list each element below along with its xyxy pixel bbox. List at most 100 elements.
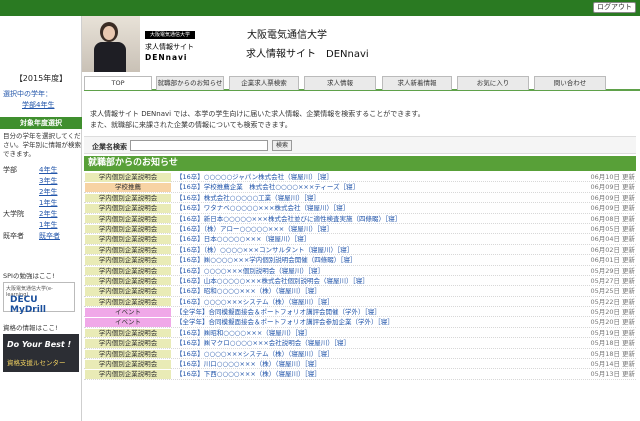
search-label: 企業名検索	[92, 143, 127, 151]
grade-row: 2年生	[3, 186, 79, 197]
notice-category: イベント	[85, 318, 171, 327]
qualification-banner[interactable]: Do Your Best ! 資格支援ルセンター	[3, 334, 79, 372]
notice-title-link[interactable]: 【16卒】㈱○○○○×××学内個別説明会開催（四條畷）［寝］	[176, 255, 556, 265]
notice-title-link[interactable]: 【16卒】（株）アロー○○○○○×××（寝屋川）［寝］	[176, 224, 556, 234]
site-logo[interactable]: 大阪電気通信大学 求人情報サイト DENnavi	[82, 16, 195, 72]
notice-category: 学内個別企業説明会	[85, 235, 171, 244]
notice-title-link[interactable]: 【16卒】○○○○×××システム（株）（寝屋川）［寝］	[176, 349, 556, 359]
notice-title-link[interactable]: 【16卒】株式会社○○○○○工業（寝屋川）［寝］	[176, 193, 556, 203]
notice-updated: 更新	[622, 193, 635, 202]
tab-job-info[interactable]: 求人情報	[304, 76, 376, 90]
grade-category	[3, 186, 39, 197]
notice-row: 学内個別企業説明会 【16卒】（株）○○○○×××コンサルタント（寝屋川）［寝］ 0…	[84, 245, 636, 256]
grade-link[interactable]: 既卒者	[39, 230, 79, 241]
notice-title-link[interactable]: 【全学年】合同模擬面接会＆ポートフォリオ講評会参加企業（学外）［寝］	[176, 317, 556, 327]
grade-link[interactable]: 1年生	[39, 219, 79, 230]
notice-title-link[interactable]: 【16卒】㈱マクロ○○○○×××会社説明会（寝屋川）［寝］	[176, 338, 556, 348]
notice-title-link[interactable]: 【16卒】（株）○○○○×××コンサルタント（寝屋川）［寝］	[176, 245, 556, 255]
tab-job-search[interactable]: 企業求人票検索	[229, 76, 299, 90]
main-nav: TOP 就職部からのお知らせ 企業求人票検索 求人情報 求人新着情報 お気に入り…	[84, 76, 640, 91]
grade-row: 既卒者 既卒者	[3, 230, 79, 241]
notice-row: 学内個別企業説明会 【16卒】○○○○×××システム（株）（寝屋川）［寝］ 05月2…	[84, 297, 636, 308]
grade-category: 学部	[3, 165, 17, 174]
notice-date: 05月18日	[590, 349, 620, 358]
notice-category: 学内個別企業説明会	[85, 173, 171, 182]
intro-line1: 求人情報サイト DENnavi では、本学の学生向けに届いた求人情報、企業情報を…	[90, 110, 425, 118]
notice-row: 学内個別企業説明会 【16卒】株式会社○○○○○工業（寝屋川）［寝］ 06月09日更…	[84, 193, 636, 204]
notice-title-link[interactable]: 【16卒】○○○○○ジャパン株式会社（寝屋川）［寝］	[176, 172, 556, 182]
notice-updated: 更新	[622, 224, 635, 233]
notice-row: 学内個別企業説明会 【16卒】○○○○×××個別説明会（寝屋川）［寝］ 05月29日…	[84, 266, 636, 276]
notice-date: 06月05日	[590, 224, 620, 233]
notice-category: 学内個別企業説明会	[85, 245, 171, 255]
notice-date: 05月22日	[590, 297, 620, 306]
notice-category: 学内個別企業説明会	[85, 214, 171, 224]
notice-updated: 更新	[622, 266, 635, 275]
notice-category: 学内個別企業説明会	[85, 370, 171, 379]
notice-row: 学内個別企業説明会 【16卒】○○○○○ジャパン株式会社（寝屋川）［寝］ 06月10…	[84, 172, 636, 183]
notice-title-link[interactable]: 【16卒】新日本○○○○○×××株式会社並びに適性検査実施（四條畷）［寝］	[176, 214, 556, 224]
notice-category: 学校推薦	[85, 183, 171, 192]
notice-list: 学内個別企業説明会 【16卒】○○○○○ジャパン株式会社（寝屋川）［寝］ 06月10…	[84, 172, 636, 380]
tab-contact[interactable]: 問い合わせ	[534, 76, 606, 90]
notice-date: 06月01日	[590, 256, 620, 265]
notice-title-link[interactable]: 【16卒】○○○○×××個別説明会（寝屋川）［寝］	[176, 266, 556, 276]
notice-updated: 更新	[622, 173, 635, 181]
notice-updated: 更新	[622, 276, 635, 285]
company-search-box: 企業名検索 検索	[84, 136, 636, 154]
notice-date: 05月25日	[590, 287, 620, 296]
tab-top[interactable]: TOP	[84, 76, 152, 90]
company-search-input[interactable]	[130, 140, 268, 151]
photo-suit	[94, 42, 126, 72]
notice-category: 学内個別企業説明会	[85, 297, 171, 307]
grade-link[interactable]: 4年生	[39, 164, 79, 175]
notice-row: 学内個別企業説明会 【16卒】㈱○○○○×××学内個別説明会開催（四條畷）［寝］ 0…	[84, 255, 636, 266]
notice-category: 学内個別企業説明会	[85, 224, 171, 234]
grade-category: 大学院	[3, 209, 24, 218]
grade-link[interactable]: 3年生	[39, 175, 79, 186]
tab-notices[interactable]: 就職部からのお知らせ	[156, 76, 224, 90]
notice-category: 学内個別企業説明会	[85, 328, 171, 338]
notice-date: 05月13日	[590, 370, 620, 379]
tab-new-jobs[interactable]: 求人新着情報	[382, 76, 452, 90]
notice-date: 06月10日	[590, 173, 620, 181]
notice-title-link[interactable]: 【16卒】昭和○○○○×××（株）（寝屋川）［寝］	[176, 286, 556, 296]
notice-row: イベント 【全学年】合同模擬面接会＆ポートフォリオ講評会開催（学外）［寝］ 05月2…	[84, 307, 636, 318]
notice-title-link[interactable]: 【16卒】山本○○○○○×××株式会社個別説明会（寝屋川）［寝］	[176, 276, 556, 286]
notice-title-link[interactable]: 【16卒】川口○○○○×××（株）（寝屋川）［寝］	[176, 359, 556, 369]
notice-date: 06月08日	[590, 214, 620, 223]
notice-updated: 更新	[622, 349, 635, 358]
notice-title-link[interactable]: 【16卒】学校推薦企業 株式会社○○○○×××ティーズ［寝］	[176, 182, 556, 192]
notice-title-link[interactable]: 【16卒】日本○○○○○×××（寝屋川）［寝］	[176, 234, 556, 244]
grade-link[interactable]: 1年生	[39, 197, 79, 208]
notice-title-link[interactable]: 【全学年】合同模擬面接会＆ポートフォリオ講評会開催（学外）［寝］	[176, 307, 556, 317]
notice-title-link[interactable]: 【16卒】○○○○×××システム（株）（寝屋川）［寝］	[176, 297, 556, 307]
notice-row: 学内個別企業説明会 【16卒】㈱昭和○○○○×××（寝屋川）［寝］ 05月19日 更新	[84, 328, 636, 339]
notice-updated: 更新	[622, 328, 635, 337]
selected-grade-value[interactable]: 学部4年生	[22, 100, 54, 110]
site-title-line2: 求人情報サイト DENnavi	[246, 49, 369, 60]
notice-updated: 更新	[622, 360, 635, 369]
notice-category: 学内個別企業説明会	[85, 287, 171, 296]
grade-link[interactable]: 2年生	[39, 186, 79, 197]
search-button[interactable]: 検索	[272, 140, 293, 151]
grade-select-description: 目分の学年を選択してください。学年別に情報が検索できます。	[3, 132, 81, 158]
grade-row: 大学院 2年生	[3, 208, 79, 219]
grade-link[interactable]: 2年生	[39, 208, 79, 219]
notice-row: 学内個別企業説明会 【16卒】日本○○○○○×××（寝屋川）［寝］ 06月04日 更新	[84, 234, 636, 245]
notice-title-link[interactable]: 【16卒】下西○○○○×××（株）（寝屋川）［寝］	[176, 369, 556, 379]
notice-date: 05月20日	[590, 318, 620, 327]
spi-banner[interactable]: 大阪電気通信大学(e-learning) DECU MyDrill	[3, 282, 75, 315]
notice-title-link[interactable]: 【16卒】㈱昭和○○○○×××（寝屋川）［寝］	[176, 328, 556, 338]
grade-category	[3, 197, 39, 208]
notice-row: 学内個別企業説明会 【16卒】下西○○○○×××（株）（寝屋川）［寝］ 05月13日…	[84, 369, 636, 380]
notice-title-link[interactable]: 【16卒】ワタナベ○○○○○×××株式会社（寝屋川）［寝］	[176, 203, 556, 213]
logout-button[interactable]: ログアウト	[593, 2, 636, 13]
notice-row: 学内個別企業説明会 【16卒】昭和○○○○×××（株）（寝屋川）［寝］ 05月25日…	[84, 286, 636, 297]
qualification-banner-title: Do Your Best !	[7, 340, 72, 349]
grade-row: 1年生	[3, 197, 79, 208]
notice-date: 05月14日	[590, 360, 620, 369]
notice-date: 06月02日	[590, 245, 620, 254]
notice-updated: 更新	[622, 183, 635, 192]
tab-favorites[interactable]: お気に入り	[457, 76, 529, 90]
